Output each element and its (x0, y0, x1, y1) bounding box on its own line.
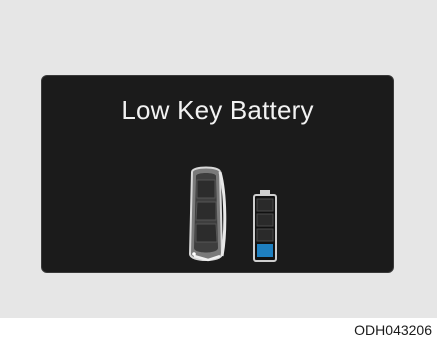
cluster-display: Low Key Battery (41, 75, 394, 273)
figure-code: ODH043206 (354, 322, 432, 338)
low-battery-icon (253, 190, 277, 262)
battery-level-fill (257, 244, 273, 257)
smart-key-fob-icon (188, 166, 227, 262)
icon-group (188, 166, 277, 262)
warning-message: Low Key Battery (121, 95, 314, 125)
